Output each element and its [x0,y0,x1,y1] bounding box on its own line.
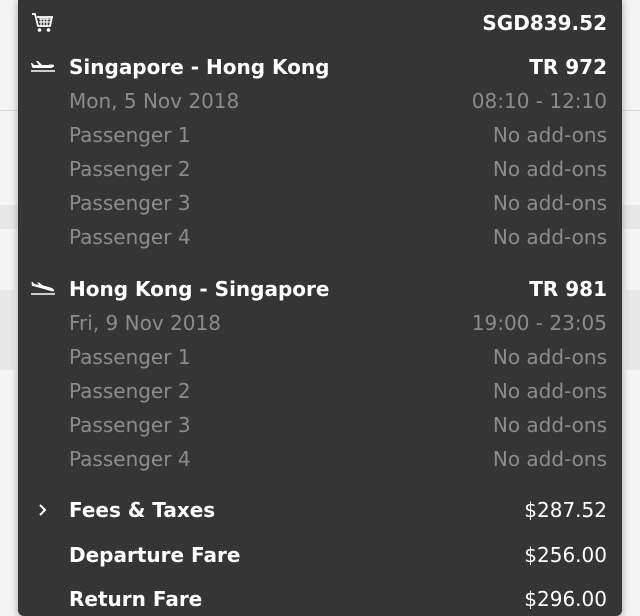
chevron-right-icon[interactable] [30,493,56,527]
flight-header: Hong Kong - Singapore TR 981 [18,272,622,306]
passenger-name: Passenger 1 [69,345,191,369]
passenger-row: Passenger 4 No add-ons [18,442,622,476]
flight-schedule: Mon, 5 Nov 2018 08:10 - 12:10 [18,84,622,118]
plane-landing-icon [30,272,56,306]
passenger-row: Passenger 1 No add-ons [18,118,622,152]
flight-header: Singapore - Hong Kong TR 972 [18,50,622,84]
passenger-addons: No add-ons [492,379,607,403]
departure-fare-value: $256.00 [524,543,607,567]
background-card [0,290,14,370]
fees-taxes-value: $287.52 [524,498,607,522]
cart-summary-panel: SGD839.52 Singapore - Hong Kong TR 972 M… [18,0,622,616]
plane-icon [30,50,56,84]
flight-number: TR 972 [529,55,607,79]
fees-taxes-label[interactable]: Fees & Taxes [69,493,215,527]
flight-number: TR 981 [529,277,607,301]
passenger-row: Passenger 3 No add-ons [18,408,622,442]
passenger-row: Passenger 4 No add-ons [18,220,622,254]
departure-fare-row: Departure Fare $256.00 [18,538,622,572]
passenger-row: Passenger 2 No add-ons [18,374,622,408]
passenger-addons: No add-ons [492,413,607,437]
passenger-name: Passenger 2 [69,379,191,403]
return-fare-label: Return Fare [69,587,203,611]
flight-schedule: Fri, 9 Nov 2018 19:00 - 23:05 [18,306,622,340]
flight-date: Fri, 9 Nov 2018 [69,311,221,335]
passenger-name: Passenger 1 [69,123,191,147]
flight-time: 19:00 - 23:05 [471,311,607,335]
background-band [0,205,18,229]
flight-route: Hong Kong - Singapore [69,277,330,301]
passenger-addons: No add-ons [492,447,607,471]
passenger-addons: No add-ons [492,191,607,215]
background-divider [0,110,18,111]
background-band [622,205,640,229]
flight-time: 08:10 - 12:10 [471,89,607,113]
passenger-name: Passenger 3 [69,191,191,215]
passenger-addons: No add-ons [492,345,607,369]
departure-fare-label: Departure Fare [69,543,241,567]
flight-date: Mon, 5 Nov 2018 [69,89,240,113]
return-fare-value: $296.00 [524,587,607,611]
passenger-name: Passenger 4 [69,447,191,471]
cart-header: SGD839.52 [18,6,622,40]
passenger-name: Passenger 2 [69,157,191,181]
passenger-row: Passenger 1 No add-ons [18,340,622,374]
passenger-name: Passenger 3 [69,413,191,437]
passenger-row: Passenger 3 No add-ons [18,186,622,220]
return-fare-row: Return Fare $296.00 [18,582,622,616]
passenger-addons: No add-ons [492,225,607,249]
cart-total: SGD839.52 [482,11,607,35]
background-card [626,290,640,370]
passenger-addons: No add-ons [492,123,607,147]
flight-route: Singapore - Hong Kong [69,55,330,79]
cart-icon [30,6,56,40]
passenger-name: Passenger 4 [69,225,191,249]
fees-taxes-row[interactable]: Fees & Taxes $287.52 [18,493,622,527]
passenger-row: Passenger 2 No add-ons [18,152,622,186]
background-divider [622,110,640,111]
passenger-addons: No add-ons [492,157,607,181]
